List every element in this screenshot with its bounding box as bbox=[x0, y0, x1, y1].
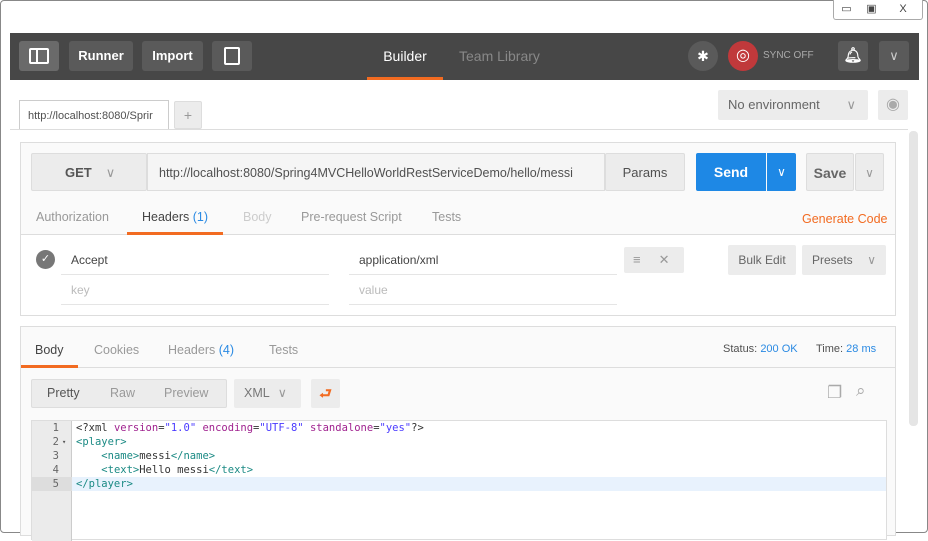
maximize-button[interactable]: ▣ bbox=[859, 0, 884, 19]
environment-label: No environment bbox=[728, 97, 820, 112]
request-panel: GET ∨ http://localhost:8080/Spring4MVCHel… bbox=[20, 142, 896, 316]
generate-code-link[interactable]: Generate Code bbox=[802, 212, 887, 226]
code-viewer[interactable]: 1 <?xml version="1.0" encoding="UTF-8" st… bbox=[31, 420, 887, 541]
drag-handle-icon[interactable]: ≡ bbox=[633, 252, 641, 267]
chevron-down-icon: ∨ bbox=[846, 97, 856, 112]
params-button[interactable]: Params bbox=[605, 153, 685, 191]
code-line: 1 <?xml version="1.0" encoding="UTF-8" st… bbox=[32, 421, 886, 435]
tab-response-headers[interactable]: Headers (4) bbox=[168, 343, 234, 357]
format-label: XML bbox=[244, 386, 270, 400]
line-text: <name>messi</name> bbox=[101, 450, 216, 462]
bell-icon[interactable]: 🔔︎ bbox=[838, 41, 868, 71]
tab-authorization[interactable]: Authorization bbox=[36, 210, 109, 224]
presets-label: Presets bbox=[812, 253, 853, 267]
fold-arrow-icon[interactable]: ▾ bbox=[62, 435, 66, 449]
tab-body[interactable]: Body bbox=[243, 210, 272, 224]
line-number: 5 bbox=[32, 477, 72, 491]
window-controls: ▭ ▣ X bbox=[833, 0, 923, 20]
scrollbar[interactable] bbox=[909, 131, 918, 426]
wrap-lines-icon[interactable]: ⮐ bbox=[311, 379, 340, 408]
line-text: <?xml version="1.0" encoding="UTF-8" sta… bbox=[76, 422, 424, 434]
runner-button[interactable]: Runner bbox=[69, 41, 133, 71]
view-pretty[interactable]: Pretty bbox=[47, 380, 80, 407]
header-key-input[interactable]: Accept bbox=[61, 245, 329, 275]
request-tab[interactable]: http://localhost:8080/Sprir bbox=[19, 100, 169, 130]
sync-icon[interactable]: ◎ bbox=[728, 41, 758, 71]
send-button[interactable]: Send bbox=[696, 153, 766, 191]
eye-icon[interactable]: ◉ bbox=[878, 90, 908, 120]
chevron-down-icon: ∨ bbox=[105, 165, 116, 180]
sidebar-toggle-button[interactable] bbox=[19, 41, 59, 71]
minimize-button[interactable]: ▭ bbox=[834, 0, 859, 19]
line-number: 2 bbox=[52, 436, 59, 448]
view-raw[interactable]: Raw bbox=[110, 380, 135, 407]
tab-builder[interactable]: Builder bbox=[367, 33, 443, 80]
time-label: Time: bbox=[816, 343, 844, 355]
toolbar: Runner Import Builder Team Library ✱ ◎ S… bbox=[10, 33, 919, 80]
sidebar-icon bbox=[29, 48, 49, 64]
request-tabs: Authorization Headers (1) Body Pre-reque… bbox=[21, 203, 895, 235]
new-value-input[interactable]: value bbox=[349, 275, 617, 305]
tab-pre-request-script[interactable]: Pre-request Script bbox=[301, 210, 402, 224]
format-select[interactable]: XML ∨ bbox=[234, 379, 301, 408]
interceptor-icon[interactable]: ✱ bbox=[688, 41, 718, 71]
import-button[interactable]: Import bbox=[142, 41, 203, 71]
delete-icon[interactable]: ✕ bbox=[659, 252, 670, 267]
line-text: </player> bbox=[76, 478, 133, 490]
close-button[interactable]: X bbox=[884, 0, 922, 19]
line-text: <player> bbox=[76, 436, 127, 448]
tab-response-tests[interactable]: Tests bbox=[269, 343, 298, 357]
new-key-input[interactable]: key bbox=[61, 275, 329, 305]
tab-divider bbox=[10, 129, 908, 130]
method-select[interactable]: GET ∨ bbox=[31, 153, 147, 191]
status-label: Status: bbox=[723, 343, 758, 355]
status-readout: Status: 200 OK bbox=[723, 343, 798, 355]
code-line: 5 </player> bbox=[32, 477, 886, 491]
new-window-icon bbox=[224, 47, 240, 65]
url-input[interactable]: http://localhost:8080/Spring4MVCHelloWor… bbox=[147, 153, 605, 191]
response-headers-count: (4) bbox=[218, 343, 235, 357]
new-window-button[interactable] bbox=[212, 41, 252, 71]
tab-team-library[interactable]: Team Library bbox=[459, 33, 540, 80]
chevron-down-icon[interactable]: ∨ bbox=[879, 41, 909, 71]
line-number: 1 bbox=[52, 422, 59, 434]
checkbox-checked-icon[interactable]: ✓ bbox=[36, 250, 55, 269]
headers-editor: ✓ Accept application/xml ≡ ✕ key value Bu… bbox=[21, 235, 895, 315]
add-tab-button[interactable]: + bbox=[174, 101, 202, 129]
tab-headers[interactable]: Headers (1) bbox=[127, 203, 224, 235]
presets-button[interactable]: Presets ∨ bbox=[802, 245, 886, 275]
code-line: 4 <text>Hello messi</text> bbox=[32, 463, 886, 477]
tab-tests[interactable]: Tests bbox=[432, 210, 461, 224]
chevron-down-icon: ∨ bbox=[277, 386, 287, 400]
code-line: 2 <player> ▾ bbox=[32, 435, 886, 449]
save-button[interactable]: Save bbox=[806, 153, 854, 191]
tab-response-headers-label: Headers bbox=[168, 343, 216, 357]
view-mode-group: Pretty Raw Preview bbox=[31, 379, 227, 408]
send-options-chevron-icon[interactable]: ∨ bbox=[767, 153, 796, 191]
response-panel: Body Cookies Headers (4) Tests Status: 2… bbox=[20, 326, 896, 541]
line-text: <text>Hello messi</text> bbox=[101, 464, 254, 476]
chevron-down-icon: ∨ bbox=[867, 253, 876, 267]
save-options-chevron-icon[interactable]: ∨ bbox=[855, 153, 884, 191]
time-readout: Time: 28 ms bbox=[816, 343, 876, 355]
copy-icon[interactable]: ❐ bbox=[827, 383, 842, 403]
tab-headers-label: Headers bbox=[142, 210, 190, 224]
time-value: 28 ms bbox=[846, 343, 877, 355]
headers-count: (1) bbox=[192, 210, 209, 224]
header-row-actions: ≡ ✕ bbox=[624, 247, 684, 273]
sync-status: SYNC OFF bbox=[763, 50, 814, 61]
line-number: 3 bbox=[52, 450, 59, 462]
status-value: 200 OK bbox=[760, 343, 798, 355]
bulk-edit-button[interactable]: Bulk Edit bbox=[728, 245, 796, 275]
tab-response-body[interactable]: Body bbox=[21, 327, 78, 368]
header-value-input[interactable]: application/xml bbox=[349, 245, 617, 275]
response-tabs: Body Cookies Headers (4) Tests Status: 2… bbox=[21, 327, 895, 368]
tab-cookies[interactable]: Cookies bbox=[94, 343, 139, 357]
environment-select[interactable]: No environment ∨ bbox=[718, 90, 868, 120]
line-number: 4 bbox=[52, 464, 59, 476]
view-preview[interactable]: Preview bbox=[164, 380, 208, 407]
search-icon[interactable]: ⌕ bbox=[856, 381, 866, 401]
method-label: GET bbox=[65, 165, 92, 180]
code-line: 3 <name>messi</name> bbox=[32, 449, 886, 463]
